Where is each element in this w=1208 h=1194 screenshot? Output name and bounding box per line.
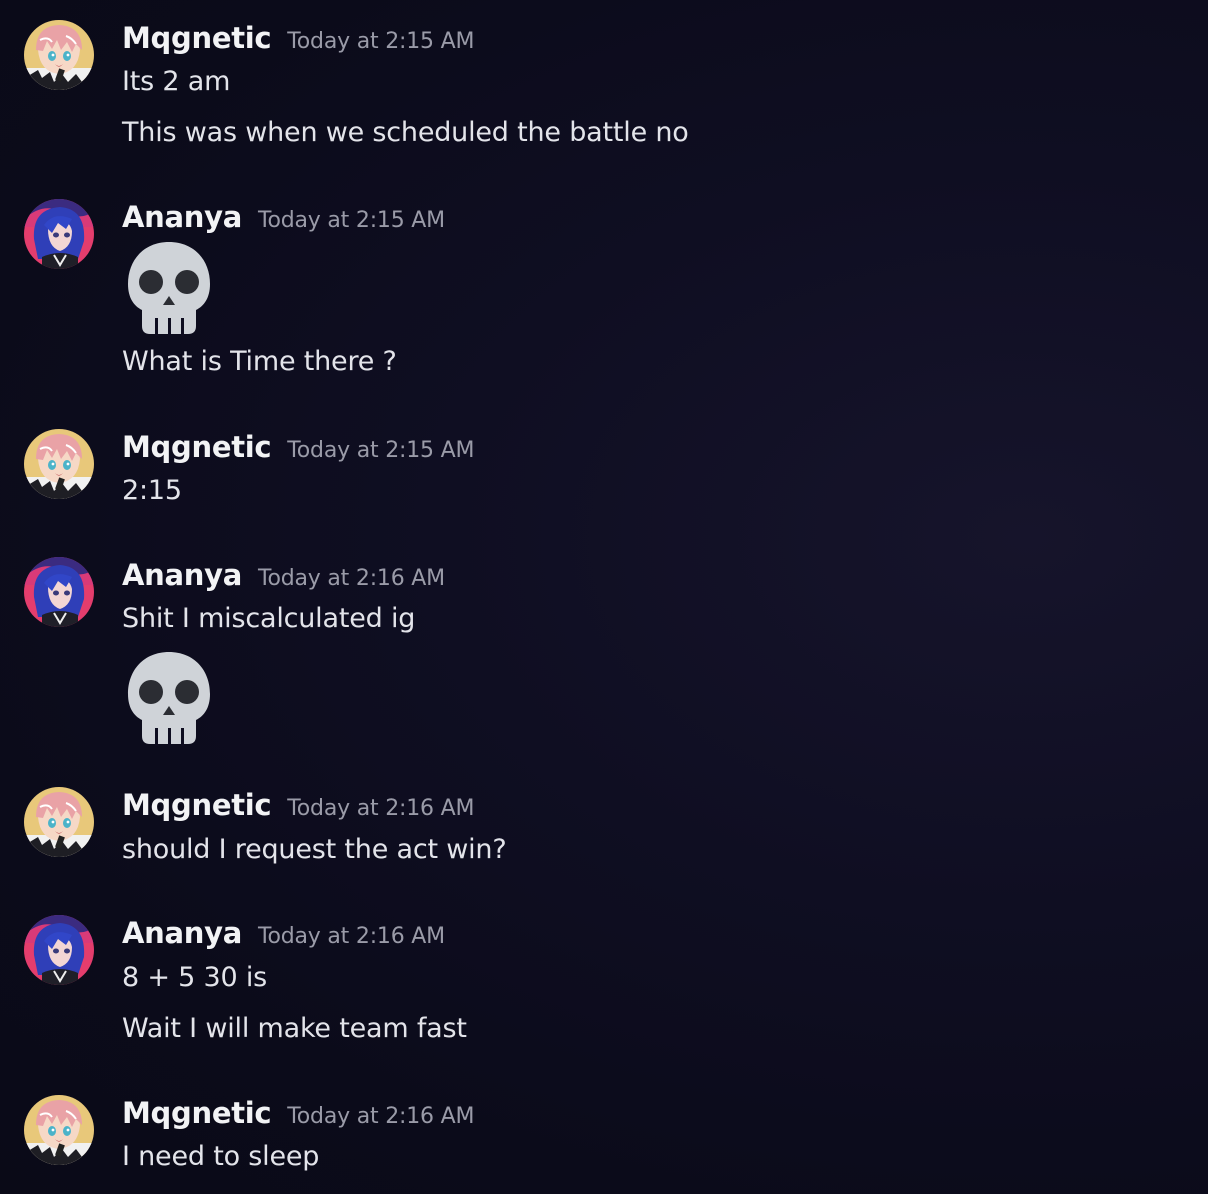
ananya-avatar[interactable] xyxy=(24,915,94,985)
mqgnetic-avatar[interactable] xyxy=(24,1095,94,1165)
timestamp[interactable]: Today at 2:15 AM xyxy=(287,29,474,54)
message-text: should I request the act win? xyxy=(122,834,507,865)
message-header: Mqgnetic Today at 2:15 AM xyxy=(122,430,474,464)
message-text: Shit I miscalculated ig xyxy=(122,603,416,634)
username[interactable]: Mqgnetic xyxy=(122,1096,272,1130)
timestamp[interactable]: Today at 2:16 AM xyxy=(287,796,474,821)
message-header: Mqgnetic Today at 2:15 AM xyxy=(122,21,474,55)
message-text: Its 2 am xyxy=(122,66,231,97)
ananya-avatar[interactable] xyxy=(24,557,94,627)
timestamp[interactable]: Today at 2:16 AM xyxy=(258,924,445,949)
message-text: I need to sleep xyxy=(122,1141,320,1172)
message-text: Wait I will make team fast xyxy=(122,1013,467,1044)
username[interactable]: Ananya xyxy=(122,558,242,592)
message-header: Mqgnetic Today at 2:16 AM xyxy=(122,1096,474,1130)
timestamp[interactable]: Today at 2:16 AM xyxy=(258,566,445,591)
username[interactable]: Mqgnetic xyxy=(122,430,272,464)
skull-emoji xyxy=(124,650,214,746)
message-text: 2:15 xyxy=(122,475,182,506)
timestamp[interactable]: Today at 2:15 AM xyxy=(258,208,445,233)
username[interactable]: Ananya xyxy=(122,200,242,234)
message-text: This was when we scheduled the battle no xyxy=(122,117,689,148)
timestamp[interactable]: Today at 2:16 AM xyxy=(287,1104,474,1129)
message-header: Ananya Today at 2:16 AM xyxy=(122,558,445,592)
mqgnetic-avatar[interactable] xyxy=(24,20,94,90)
username[interactable]: Mqgnetic xyxy=(122,788,272,822)
username[interactable]: Mqgnetic xyxy=(122,21,272,55)
message-text: What is Time there ? xyxy=(122,346,397,377)
username[interactable]: Ananya xyxy=(122,916,242,950)
message-header: Ananya Today at 2:16 AM xyxy=(122,916,445,950)
mqgnetic-avatar[interactable] xyxy=(24,787,94,857)
message-text: 8 + 5 30 is xyxy=(122,962,268,993)
message-header: Ananya Today at 2:15 AM xyxy=(122,200,445,234)
ananya-avatar[interactable] xyxy=(24,199,94,269)
skull-emoji xyxy=(124,240,214,336)
timestamp[interactable]: Today at 2:15 AM xyxy=(287,438,474,463)
message-header: Mqgnetic Today at 2:16 AM xyxy=(122,788,474,822)
mqgnetic-avatar[interactable] xyxy=(24,429,94,499)
